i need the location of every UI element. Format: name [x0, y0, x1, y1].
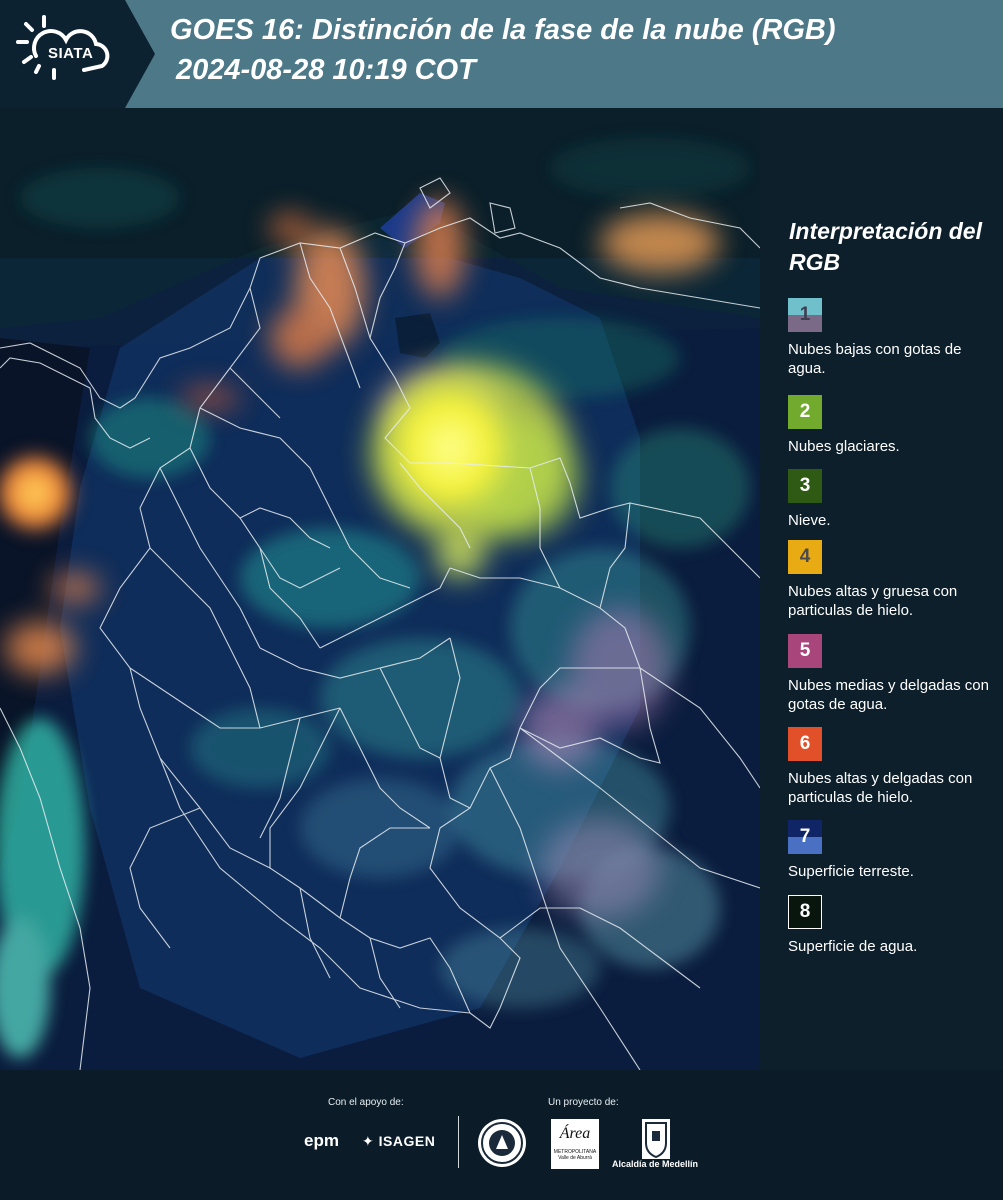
legend-number: 1 — [799, 304, 811, 325]
legend-label: Nubes glaciares. — [788, 438, 900, 455]
legend-swatch-4: 4 — [788, 540, 822, 574]
legend-number: 7 — [799, 826, 811, 847]
legend-swatch-2: 2 — [788, 395, 822, 429]
page-timestamp: 2024-08-28 10:19 COT — [176, 54, 476, 86]
logo-chevron — [125, 0, 155, 108]
legend-label: Nubes altas y delgadas con particulas de… — [788, 770, 973, 806]
legend-swatch-6: 6 — [788, 727, 822, 761]
legend-label: Superficie terreste. — [788, 863, 914, 880]
support-label: Con el apoyo de: — [328, 1097, 404, 1108]
legend-title: Interpretación del RGB — [789, 218, 982, 275]
seal-icon — [481, 1122, 523, 1164]
legend-label: Nubes altas y gruesa con particulas de h… — [788, 583, 958, 619]
alcaldia-label: Alcaldía de Medellín — [612, 1159, 699, 1169]
area-logo-sub: METROPOLITANA Valle de Aburrá — [553, 1149, 597, 1161]
legend-number: 2 — [799, 401, 811, 422]
legend-item-3: 3 Nieve. — [788, 469, 998, 530]
satellite-image — [0, 108, 760, 1070]
page-title: GOES 16: Distinción de la fase de la nub… — [170, 14, 836, 46]
legend-label: Nubes medias y delgadas con gotas de agu… — [788, 677, 989, 713]
legend-number: 6 — [799, 733, 811, 754]
project-label: Un proyecto de: — [548, 1097, 619, 1108]
legend-swatch-3: 3 — [788, 469, 822, 503]
footer-divider — [458, 1116, 459, 1168]
header-bar: SIATA GOES 16: Distinción de la fase de … — [0, 0, 1003, 108]
footer: Con el apoyo de: Un proyecto de: epm ✦ I… — [0, 1070, 1003, 1200]
legend-label: Nubes bajas con gotas de agua. — [788, 341, 962, 377]
siata-logo: SIATA — [0, 0, 125, 108]
legend-item-7: 7 Superficie terreste. — [788, 820, 998, 881]
alcaldia-shield-logo — [642, 1119, 670, 1159]
legend-number: 3 — [799, 475, 811, 496]
area-logo-text: Área — [559, 1125, 591, 1142]
legend-number: 4 — [799, 546, 811, 567]
legend-swatch-8: 8 — [788, 895, 822, 929]
legend-swatch-5: 5 — [788, 634, 822, 668]
legend-swatch-1: 1 — [788, 298, 822, 332]
legend-label: Superficie de agua. — [788, 938, 918, 955]
satellite-map — [0, 108, 760, 1070]
isagen-logo: ✦ ISAGEN — [362, 1133, 436, 1149]
legend-panel: Interpretación del RGB 1 Nubes bajas con… — [760, 108, 1003, 1070]
legend-item-5: 5 Nubes medias y delgadas con gotas de a… — [788, 634, 998, 714]
legend-item-4: 4 Nubes altas y gruesa con particulas de… — [788, 540, 998, 620]
isagen-text: ISAGEN — [378, 1133, 436, 1149]
legend-item-2: 2 Nubes glaciares. — [788, 395, 998, 456]
legend-item-8: 8 Superficie de agua. — [788, 895, 998, 956]
legend-label: Nieve. — [788, 512, 831, 529]
logo-text: SIATA — [48, 45, 94, 62]
epm-logo: epm — [304, 1131, 339, 1150]
legend-item-6: 6 Nubes altas y delgadas con particulas … — [788, 727, 998, 807]
legend-number: 5 — [799, 640, 811, 661]
legend-number: 8 — [799, 901, 811, 922]
shield-icon — [645, 1122, 667, 1159]
seal-logo — [478, 1119, 526, 1167]
area-metropolitana-logo: Área METROPOLITANA Valle de Aburrá — [551, 1119, 599, 1169]
legend-swatch-7: 7 — [788, 820, 822, 854]
legend-item-1: 1 Nubes bajas con gotas de agua. — [788, 298, 998, 378]
